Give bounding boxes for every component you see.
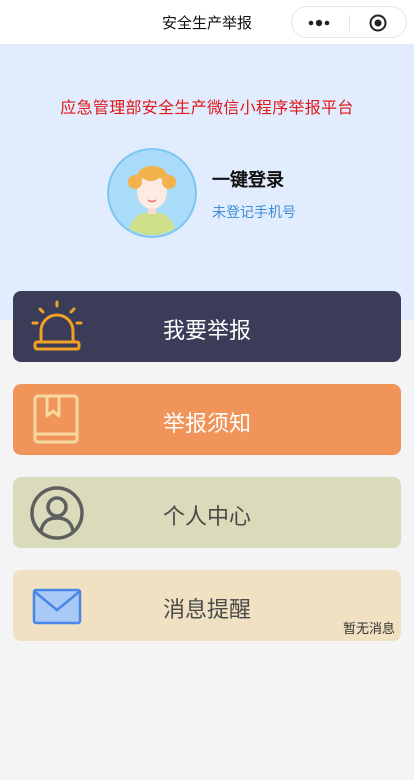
- personal-center-button[interactable]: 个人中心: [13, 477, 401, 548]
- phone-status: 未登记手机号: [212, 205, 296, 221]
- message-reminder-button[interactable]: 消息提醒 暂无消息: [13, 570, 401, 641]
- platform-title: 应急管理部安全生产微信小程序举报平台: [60, 98, 354, 117]
- notice-button[interactable]: 举报须知: [13, 384, 401, 455]
- capsule-divider: [349, 15, 350, 31]
- report-label: 我要举报: [162, 319, 251, 344]
- personal-center-label: 个人中心: [162, 505, 251, 530]
- target-close-icon[interactable]: [362, 14, 398, 32]
- one-click-login[interactable]: 一键登录: [212, 166, 284, 192]
- more-dots-icon[interactable]: [304, 16, 338, 30]
- notice-label: 举报须知: [162, 412, 251, 437]
- message-status: 暂无消息: [342, 622, 395, 637]
- avatar-girl-icon[interactable]: [107, 148, 197, 238]
- profile-header: 应急管理部安全生产微信小程序举报平台 一键登录 未登记手机号: [0, 44, 414, 320]
- report-button[interactable]: 我要举报: [13, 291, 401, 362]
- mini-program-capsule: [291, 6, 407, 38]
- navbar: 安全生产举报: [0, 0, 414, 44]
